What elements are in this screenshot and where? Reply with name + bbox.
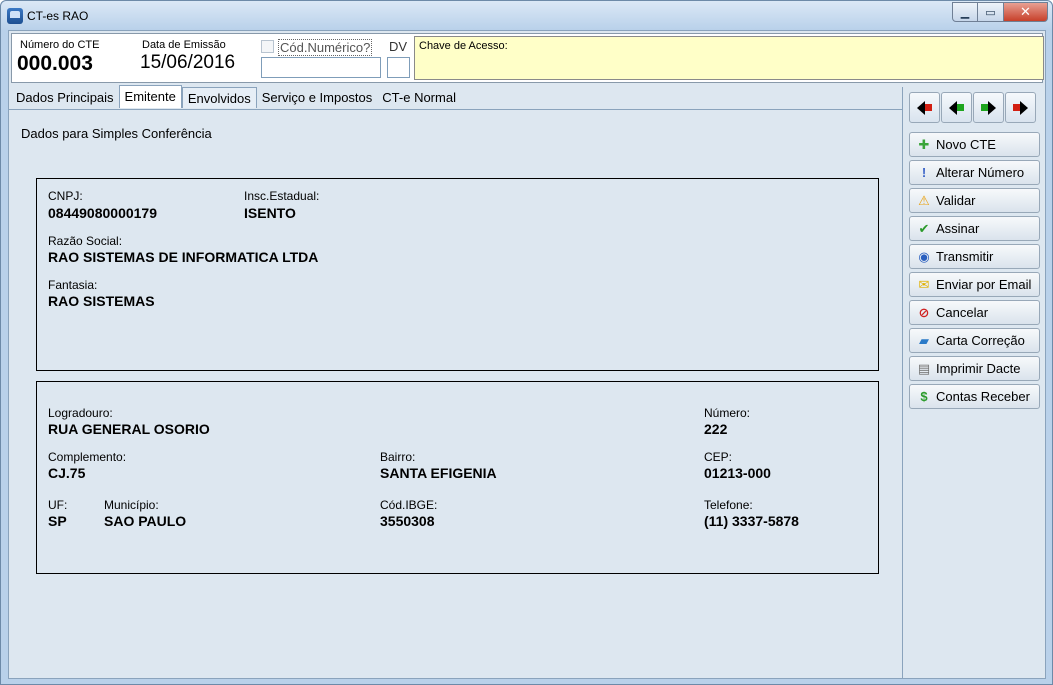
razao-social-value: RAO SISTEMAS DE INFORMATICA LTDA	[48, 249, 319, 265]
prev-arrow-icon	[949, 100, 964, 115]
ie-value: ISENTO	[244, 205, 296, 221]
contas-receber-button[interactable]: $ Contas Receber	[909, 384, 1040, 409]
record-navigation	[909, 92, 1036, 123]
dv-input[interactable]	[387, 57, 410, 78]
app-icon	[7, 8, 23, 24]
close-icon: ✕	[1020, 4, 1031, 19]
cod-numerico-checkbox[interactable]	[261, 40, 274, 53]
municipio-value: SAO PAULO	[104, 513, 187, 529]
exclamation-icon: !	[921, 165, 927, 180]
fantasia-label: Fantasia:	[48, 278, 98, 292]
emitente-panel: Dados para Simples Conferência CNPJ: 084…	[9, 110, 902, 678]
close-button[interactable]: ✕	[1004, 2, 1048, 22]
telefone-value: (11) 3337-5878	[704, 513, 799, 529]
bairro-value: SANTA EFIGENIA	[380, 465, 497, 481]
emitente-box: CNPJ: 08449080000179 Insc.Estadual: ISEN…	[36, 178, 879, 371]
minimize-button[interactable]: ▁	[952, 2, 978, 22]
logradouro-value: RUA GENERAL OSORIO	[48, 421, 210, 437]
cep-label: CEP:	[704, 450, 733, 464]
numero-cte-value: 000.003	[17, 52, 93, 75]
minimize-icon: ▁	[960, 6, 970, 19]
enviar-email-button[interactable]: ✉ Enviar por Email	[909, 272, 1040, 297]
prev-record-button[interactable]	[941, 92, 972, 123]
endereco-box: Logradouro: RUA GENERAL OSORIO Número: 2…	[36, 381, 879, 574]
imprimir-dacte-button[interactable]: ▤ Imprimir Dacte	[909, 356, 1040, 381]
numero-cte-label: Número do CTE	[20, 39, 100, 51]
envelope-icon: ✉	[918, 276, 930, 292]
ibge-label: Cód.IBGE:	[380, 498, 438, 512]
alterar-numero-button[interactable]: ! Alterar Número	[909, 160, 1040, 185]
data-emissao-value: 15/06/2016	[140, 52, 236, 73]
data-emissao-label: Data de Emissão	[142, 39, 226, 51]
first-record-button[interactable]	[909, 92, 940, 123]
app-window: CT-es RAO ▁ ▭ ✕ Número do CTE 000.003 Da…	[0, 0, 1053, 685]
chave-acesso-field[interactable]: Chave de Acesso:	[414, 36, 1044, 80]
transmitir-button[interactable]: ◉ Transmitir	[909, 244, 1040, 269]
numero-value: 222	[704, 421, 728, 437]
printer-icon: ▤	[917, 360, 931, 376]
municipio-label: Município:	[104, 498, 159, 512]
cep-value: 01213-000	[704, 465, 771, 481]
fantasia-value: RAO SISTEMAS	[48, 293, 155, 309]
sidebar-divider	[902, 87, 903, 679]
conferencia-note: Dados para Simples Conferência	[21, 126, 212, 141]
tab-bar: Dados Principais Emitente Envolvidos Ser…	[9, 85, 461, 109]
assinar-button[interactable]: ✔ Assinar	[909, 216, 1040, 241]
tab-cte-normal[interactable]: CT-e Normal	[377, 87, 461, 108]
dollar-icon: $	[920, 389, 928, 404]
uf-value: SP	[48, 513, 67, 529]
ibge-value: 3550308	[380, 513, 435, 529]
chave-acesso-label: Chave de Acesso:	[419, 40, 508, 52]
logradouro-label: Logradouro:	[48, 406, 113, 420]
first-arrow-icon	[917, 100, 932, 115]
cnpj-label: CNPJ:	[48, 189, 83, 203]
next-record-button[interactable]	[973, 92, 1004, 123]
tab-dados-principais[interactable]: Dados Principais	[11, 87, 119, 108]
bairro-label: Bairro:	[380, 450, 416, 464]
maximize-icon: ▭	[985, 6, 996, 19]
cancel-icon: ⊘	[918, 304, 930, 320]
next-arrow-icon	[981, 100, 996, 115]
cancelar-button[interactable]: ⊘ Cancelar	[909, 300, 1040, 325]
ie-label: Insc.Estadual:	[244, 189, 320, 203]
tab-envolvidos[interactable]: Envolvidos	[181, 87, 257, 108]
uf-label: UF:	[48, 498, 68, 512]
tab-servico-impostos[interactable]: Serviço e Impostos	[257, 87, 378, 108]
tab-emitente[interactable]: Emitente	[118, 85, 182, 108]
numero-label: Número:	[704, 406, 751, 420]
cnpj-value: 08449080000179	[48, 205, 158, 221]
cte-header: Número do CTE 000.003 Data de Emissão 15…	[11, 33, 1044, 83]
title-bar[interactable]: CT-es RAO ▁ ▭ ✕	[1, 1, 1052, 30]
plus-icon: ✚	[918, 136, 930, 152]
carta-correcao-button[interactable]: ▰ Carta Correção	[909, 328, 1040, 353]
telefone-label: Telefone:	[704, 498, 753, 512]
maximize-button[interactable]: ▭	[978, 2, 1004, 22]
eraser-icon: ▰	[919, 332, 929, 348]
last-record-button[interactable]	[1005, 92, 1036, 123]
check-icon: ✔	[918, 220, 930, 236]
cod-numerico-input[interactable]	[261, 57, 381, 78]
novo-cte-button[interactable]: ✚ Novo CTE	[909, 132, 1040, 157]
window-title: CT-es RAO	[27, 9, 89, 23]
window-controls: ▁ ▭ ✕	[952, 2, 1048, 22]
cod-numerico-label[interactable]: Cód.Numérico?	[278, 39, 373, 56]
complemento-value: CJ.75	[48, 465, 86, 481]
warning-icon: ⚠	[918, 192, 930, 208]
dv-label: DV	[389, 39, 408, 54]
validar-button[interactable]: ⚠ Validar	[909, 188, 1040, 213]
client-area: Número do CTE 000.003 Data de Emissão 15…	[8, 30, 1046, 679]
complemento-label: Complemento:	[48, 450, 127, 464]
razao-social-label: Razão Social:	[48, 234, 123, 248]
globe-icon: ◉	[918, 248, 930, 264]
last-arrow-icon	[1013, 100, 1028, 115]
